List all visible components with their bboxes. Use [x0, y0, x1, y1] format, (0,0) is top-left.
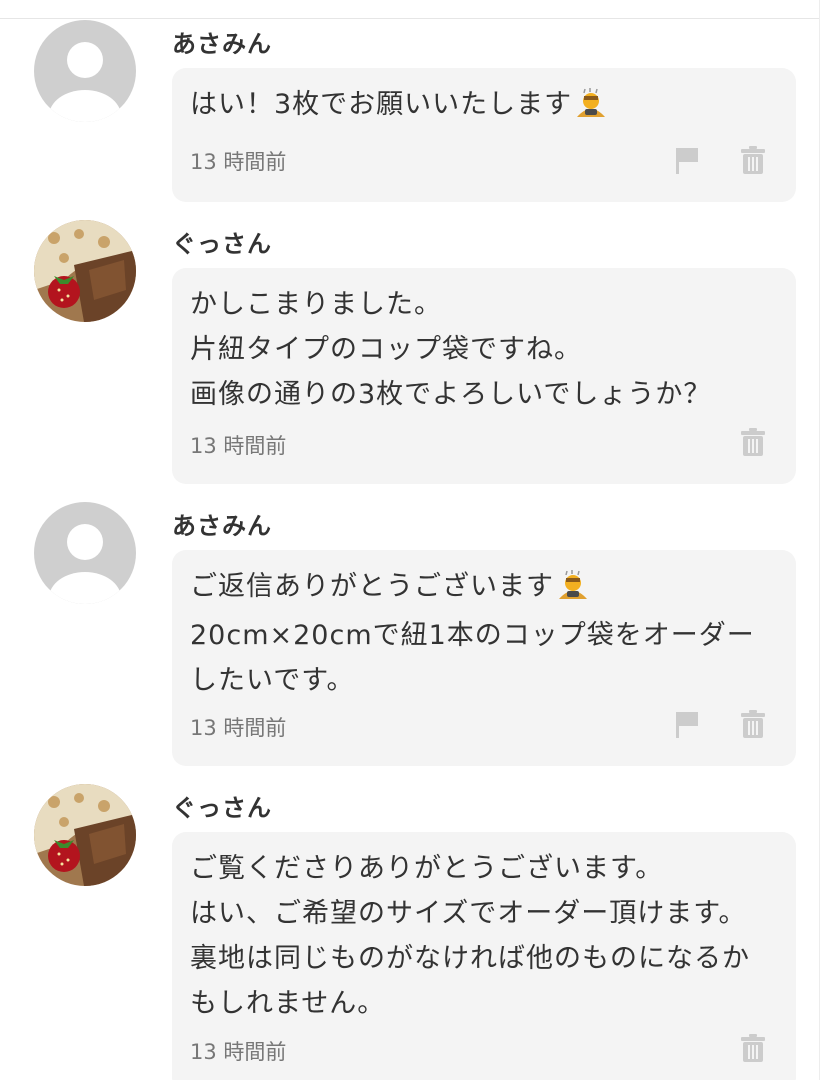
trash-icon[interactable]	[738, 144, 768, 176]
timestamp: 13 時間前	[190, 716, 287, 740]
timestamp: 13 時間前	[190, 1040, 287, 1064]
comment-text: ご覧くださりありがとうございます。 はい、ご希望のサイズでオーダー頂けます。裏地…	[190, 853, 750, 1019]
default-avatar-icon	[34, 20, 136, 122]
timestamp: 13 時間前	[190, 150, 287, 174]
comment-item: あさみん はい！3枚でお願いいたします 13 時間前	[0, 20, 820, 210]
comment-text: ご返信ありがとうございます 20cm×20cmで紐1本のコップ袋をオーダーしたいで…	[190, 564, 756, 703]
comment-text: はい！3枚でお願いいたします	[190, 82, 756, 131]
comment-item: ぐっさん ご覧くださりありがとうございます。 はい、ご希望のサイズでオーダー頂け…	[0, 784, 820, 1080]
person-bowing-emoji-icon	[556, 568, 590, 613]
user-avatar[interactable]	[34, 220, 136, 322]
flag-icon[interactable]	[672, 144, 702, 176]
trash-icon[interactable]	[738, 1032, 768, 1064]
trash-icon[interactable]	[738, 708, 768, 740]
comment-bubble: ご返信ありがとうございます 20cm×20cmで紐1本のコップ袋をオーダーしたいで…	[172, 550, 796, 766]
top-divider	[0, 18, 820, 19]
username[interactable]: あさみん	[172, 506, 272, 541]
timestamp: 13 時間前	[190, 434, 287, 458]
default-avatar-icon	[34, 502, 136, 604]
person-bowing-emoji-icon	[574, 86, 608, 131]
cake-photo-avatar-icon	[34, 784, 136, 886]
username[interactable]: ぐっさん	[172, 224, 272, 259]
comment-bubble: かしこまりました。 片紐タイプのコップ袋ですね。 画像の通りの3枚でよろしいでし…	[172, 268, 796, 484]
cake-photo-avatar-icon	[34, 220, 136, 322]
username[interactable]: あさみん	[172, 24, 272, 59]
comment-text: かしこまりました。 片紐タイプのコップ袋ですね。 画像の通りの3枚でよろしいでし…	[190, 289, 712, 410]
comment-bubble: ご覧くださりありがとうございます。 はい、ご希望のサイズでオーダー頂けます。裏地…	[172, 832, 796, 1080]
comment-bubble: はい！3枚でお願いいたします 13 時間前	[172, 68, 796, 202]
user-avatar[interactable]	[34, 20, 136, 122]
comment-item: あさみん ご返信ありがとうございます 20cm×20cmで紐1本のコップ袋をオーダ…	[0, 502, 820, 772]
scroll-edge	[819, 0, 832, 1080]
trash-icon[interactable]	[738, 426, 768, 458]
user-avatar[interactable]	[34, 784, 136, 886]
user-avatar[interactable]	[34, 502, 136, 604]
comment-item: ぐっさん かしこまりました。 片紐タイプのコップ袋ですね。 画像の通りの3枚でよ…	[0, 220, 820, 490]
username[interactable]: ぐっさん	[172, 788, 272, 823]
flag-icon[interactable]	[672, 708, 702, 740]
